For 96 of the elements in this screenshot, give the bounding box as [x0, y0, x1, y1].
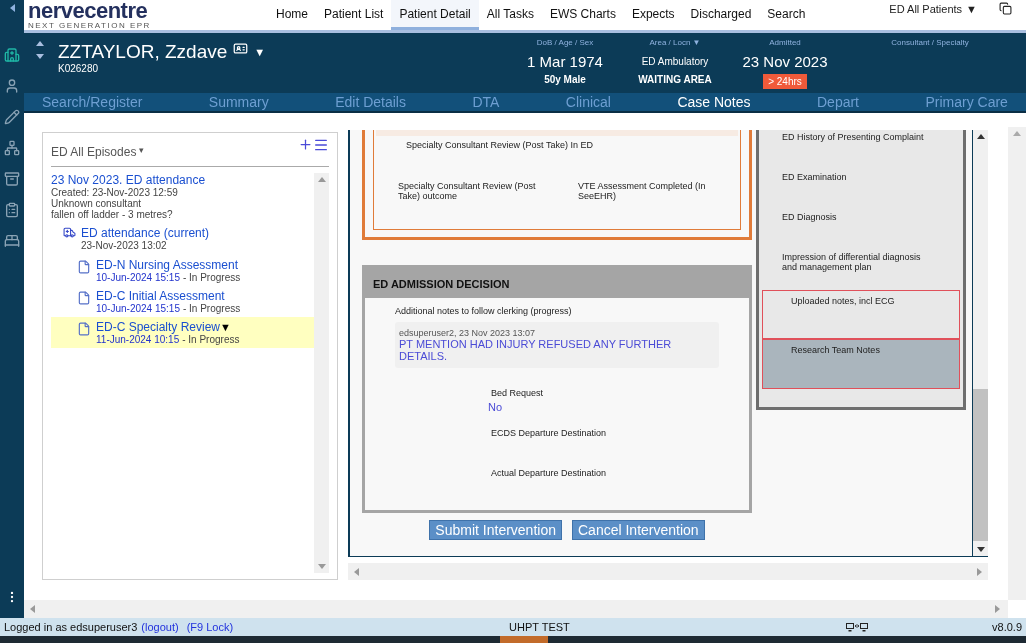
time-badge: > 24hrs — [763, 74, 807, 89]
nav-link[interactable]: Expects — [623, 0, 683, 30]
logo-name: nervecentre — [28, 0, 149, 21]
document-status: - In Progress — [182, 334, 240, 345]
logo-tagline: NEXT GENERATION EPR — [28, 20, 152, 30]
ambulance-icon — [63, 226, 76, 239]
box-icon[interactable] — [4, 171, 20, 187]
document-item[interactable]: ED-C Initial Assessment 10-Jun-2024 15:15 - In Progress — [51, 286, 314, 317]
person-icon[interactable] — [4, 78, 20, 94]
screens-icon[interactable] — [845, 622, 868, 632]
field-label: Admitted — [769, 38, 801, 49]
field-value: ED Ambulatory — [641, 54, 709, 69]
document-date: 10-Jun-2024 15:15 — [96, 303, 180, 314]
previous-patient-icon[interactable] — [36, 41, 44, 46]
document-icon — [77, 322, 91, 336]
field-label: Area / Locn ▼ — [649, 38, 701, 49]
attendance-title[interactable]: ED attendance (current) — [81, 226, 210, 240]
scroll-right-icon[interactable] — [995, 605, 1000, 613]
attendance-date: 23-Nov-2023 13:02 — [81, 240, 168, 251]
hospital-icon[interactable] — [4, 47, 20, 63]
scrollbar[interactable] — [972, 130, 988, 556]
document-title[interactable]: ED-C Specialty Review — [96, 320, 221, 334]
clipboard-icon[interactable] — [4, 202, 20, 218]
field-label: ECDS Departure Destination — [491, 428, 608, 438]
nav-link[interactable]: EWS Charts — [541, 0, 624, 30]
episodes-filter-dropdown[interactable]: ED All Episodes ▾ — [51, 144, 145, 159]
field-value: No — [488, 401, 504, 413]
nav-link[interactable]: Discharged — [682, 0, 760, 30]
episode-detail: Created: 23-Nov-2023 12:59 — [51, 187, 179, 198]
nav-link[interactable]: All Tasks — [478, 0, 542, 30]
episode-detail: fallen off ladder - 3 metres? — [51, 209, 174, 220]
next-patient-icon[interactable] — [36, 54, 44, 59]
scroll-down-icon[interactable] — [976, 547, 985, 552]
document-menu-caret[interactable]: ▼ — [220, 321, 231, 333]
episode-detail: Unknown consultant — [51, 198, 143, 209]
lock-link[interactable]: (F9 Lock) — [186, 621, 234, 633]
section-item[interactable]: ED Diagnosis — [762, 210, 960, 250]
menu-icon[interactable] — [313, 137, 329, 153]
notes-label: Additional notes to follow clerking (progress) — [395, 306, 573, 316]
section-item[interactable]: ED History of Presenting Complaint — [762, 130, 960, 170]
nav-link[interactable]: Search — [759, 0, 814, 30]
scroll-left-icon[interactable] — [354, 567, 359, 576]
collapse-icon[interactable] — [9, 4, 15, 12]
document-item[interactable]: ED-C Specialty Review▼ 11-Jun-2024 10:15 - In Progress — [51, 317, 314, 348]
document-date: 10-Jun-2024 15:15 — [96, 272, 180, 283]
field-value: 1 Mar 1974 — [527, 51, 603, 72]
section-title: Specialty Consultant Review (Post Take) In ED — [405, 139, 594, 150]
scroll-right-icon[interactable] — [977, 567, 982, 576]
field-label: Consultant / Specialty — [891, 38, 969, 49]
version-label: v8.0.9 — [992, 621, 1022, 633]
episode-title[interactable]: 23 Nov 2023. ED attendance — [51, 173, 314, 187]
document-status: - In Progress — [182, 303, 241, 314]
logout-link[interactable]: (logout) — [141, 621, 179, 633]
field-label: Actual Departure Destination — [491, 468, 608, 478]
document-icon — [77, 260, 91, 274]
add-icon[interactable] — [298, 137, 313, 152]
document-title[interactable]: ED-N Nursing Assessment — [96, 258, 239, 272]
scroll-up-icon[interactable] — [976, 134, 985, 139]
scroll-left-icon[interactable] — [30, 605, 35, 613]
section-item[interactable]: ED Examination — [762, 170, 960, 210]
section-title: ED ADMISSION DECISION — [365, 268, 749, 298]
bed-icon[interactable] — [4, 233, 20, 249]
environment-label: UHPT TEST — [509, 621, 570, 633]
nav-link[interactable]: Home — [268, 0, 316, 30]
patient-name: ZZTAYLOR, Zzdave — [58, 41, 228, 63]
field-subvalue: 50y Male — [544, 74, 586, 85]
nav-link[interactable]: Patient List — [316, 0, 392, 30]
scrollbar[interactable] — [348, 563, 988, 580]
scrollbar[interactable] — [24, 600, 1008, 618]
field-label: Specialty Consultant Review (Post Take) outcome — [398, 181, 537, 201]
document-date: 11-Jun-2024 10:15 — [96, 334, 180, 345]
pen-icon[interactable] — [4, 109, 20, 125]
nav-link[interactable]: Patient Detail — [391, 0, 479, 30]
patient-number: K026280 — [58, 63, 100, 74]
field-label: DoB / Age / Sex — [536, 38, 594, 49]
document-item[interactable]: ED-N Nursing Assessment 10-Jun-2024 15:15 - In Progress — [51, 255, 314, 286]
tab[interactable]: Case Notes — [677, 93, 751, 111]
note-author: edsuperuser2, 23 Nov 2023 13:07 — [399, 328, 537, 338]
field-value: 23 Nov 2023 — [742, 51, 828, 72]
id-card-icon[interactable] — [233, 41, 249, 56]
section-item[interactable]: Impression of differential diagnosis and management plan — [762, 250, 960, 290]
scrollbar[interactable] — [1008, 127, 1026, 600]
copy-icon[interactable] — [999, 2, 1012, 15]
document-status: - In Progress — [182, 272, 241, 283]
field-label: VTE Assessment Completed (In SeeEHR) — [578, 181, 707, 201]
field-subvalue: WAITING AREA — [638, 74, 712, 85]
patient-menu-caret[interactable]: ▼ — [254, 46, 266, 58]
note-text: PT MENTION HAD INJURY REFUSED ANY FURTHER DETAILS. — [399, 338, 673, 362]
field-label: Bed Request — [491, 388, 545, 398]
login-text: Logged in as edsuperuser3 — [4, 621, 138, 633]
section-item[interactable]: Uploaded notes, incl ECG — [762, 290, 960, 339]
document-icon — [77, 291, 91, 305]
network-icon[interactable] — [4, 140, 20, 156]
document-title[interactable]: ED-C Initial Assessment — [96, 289, 225, 303]
patient-filter-dropdown[interactable]: ED All Patients ▼ — [889, 3, 977, 15]
section-item[interactable]: Research Team Notes — [762, 339, 960, 389]
